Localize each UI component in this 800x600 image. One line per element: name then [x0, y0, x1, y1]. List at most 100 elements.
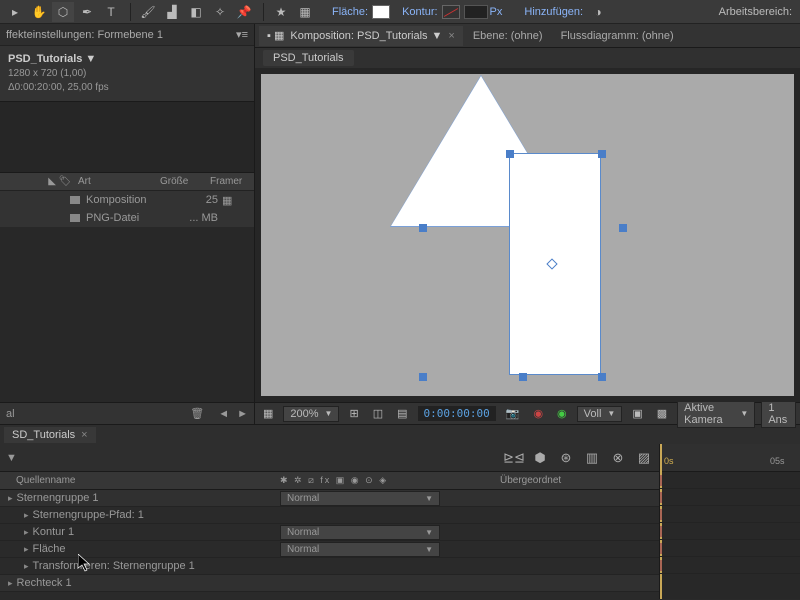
puppet-tool-icon[interactable]: 📌 — [233, 2, 255, 22]
selection-handle[interactable] — [419, 224, 427, 232]
scroll-left-icon[interactable]: ◄ — [218, 408, 229, 420]
panel-menu-icon[interactable]: ▾≡ — [236, 28, 248, 41]
transparency-icon[interactable]: ▩ — [653, 407, 671, 420]
selection-handle[interactable] — [506, 150, 514, 158]
layer-row[interactable]: ▸Sternengruppe 1Normal▼ — [0, 490, 659, 507]
breadcrumb-pill[interactable]: PSD_Tutorials — [263, 50, 354, 66]
twirl-icon[interactable]: ▸ — [24, 527, 29, 538]
selection-handle[interactable] — [519, 373, 527, 381]
twirl-icon[interactable]: ▸ — [24, 561, 29, 572]
project-row-png[interactable]: PNG-Datei ... MB — [0, 209, 254, 227]
tab-layer[interactable]: Ebene: (ohne) — [465, 26, 551, 46]
layer-name: Kontur 1 — [33, 526, 75, 538]
layer-name: Fläche — [33, 543, 66, 555]
timeline-bar-row[interactable] — [660, 489, 800, 506]
motion-blur-icon[interactable]: ▥ — [583, 450, 601, 466]
tools-toolbar: ▸ ✋ ⬡ ✒ T 🖌 ▟ ◧ ✧ 📌 ★ ▦ Fläche: Kontur: … — [0, 0, 800, 24]
region-icon[interactable]: ▣ — [628, 407, 646, 420]
tab-flowchart[interactable]: Flussdiagramm: (ohne) — [553, 26, 682, 46]
layer-row[interactable]: ▸ Rechteck 1 — [0, 575, 659, 592]
fill-swatch[interactable] — [372, 5, 390, 19]
render-icon[interactable]: ⊛ — [557, 450, 575, 466]
zoom-dropdown[interactable]: 200%▼ — [283, 406, 339, 422]
camera-dropdown[interactable]: Aktive Kamera▼ — [677, 400, 755, 428]
selection-handle[interactable] — [619, 224, 627, 232]
timeline-tab[interactable]: SD_Tutorials × — [4, 427, 96, 443]
layer-bar[interactable] — [660, 526, 662, 537]
type-tool-icon[interactable]: T — [100, 2, 122, 22]
selection-handle[interactable] — [598, 373, 606, 381]
grid-toggle-icon[interactable]: ▦ — [259, 407, 277, 420]
star-icon[interactable]: ★ — [270, 2, 292, 22]
shape-tool-icon[interactable]: ⬡ — [52, 2, 74, 22]
3d-icon[interactable]: ⬢ — [531, 450, 549, 466]
camera-value: Aktive Kamera — [684, 402, 734, 426]
blend-mode-value: Normal — [287, 544, 319, 555]
timeline-menu-icon[interactable]: ▼ — [6, 452, 17, 464]
blend-mode-dropdown[interactable]: Normal▼ — [280, 525, 440, 540]
frame-blend-icon[interactable]: ▨ — [635, 450, 653, 466]
layer-bar[interactable] — [660, 492, 662, 503]
brain-icon[interactable]: ⊗ — [609, 450, 627, 466]
close-icon[interactable]: × — [81, 429, 87, 441]
hand-tool-icon[interactable]: ✋ — [28, 2, 50, 22]
effects-panel-header[interactable]: ffekteinstellungen: Formebene 1 ▾≡ — [0, 24, 254, 46]
layer-bar[interactable] — [660, 560, 662, 571]
selection-handle[interactable] — [598, 150, 606, 158]
twirl-icon[interactable]: ▸ — [8, 578, 13, 589]
guides-icon[interactable]: ◫ — [369, 407, 387, 420]
blend-mode-dropdown[interactable]: Normal▼ — [280, 542, 440, 557]
grid-icon[interactable]: ▦ — [294, 2, 316, 22]
ruler-mark-05s: 05s — [770, 456, 785, 466]
channel-icon[interactable]: ◉ — [529, 407, 547, 420]
scroll-right-icon[interactable]: ► — [237, 408, 248, 420]
timeline-bar-row[interactable] — [660, 523, 800, 540]
stroke-width-input[interactable] — [464, 5, 488, 19]
tab-composition[interactable]: ▪ ▦ Komposition: PSD_Tutorials ▼ × — [259, 26, 463, 46]
twirl-icon[interactable]: ▸ — [24, 544, 29, 555]
snapshot-icon[interactable]: 📷 — [502, 407, 524, 420]
close-icon[interactable]: × — [448, 30, 454, 42]
pen-tool-icon[interactable]: ✒ — [76, 2, 98, 22]
col-groesse[interactable]: Größe — [156, 176, 206, 187]
layer-bar[interactable] — [660, 543, 662, 554]
blend-mode-dropdown[interactable]: Normal▼ — [280, 491, 440, 506]
col-art[interactable]: Art — [74, 176, 156, 187]
mask-icon[interactable]: ▤ — [393, 407, 411, 420]
timecode-display[interactable]: 0:00:00:00 — [418, 406, 496, 421]
stroke-swatch[interactable] — [442, 5, 460, 19]
twirl-icon[interactable]: ▸ — [24, 510, 29, 521]
twirl-icon[interactable]: ▸ — [8, 493, 13, 504]
res-icon[interactable]: ⊞ — [345, 407, 362, 420]
views-dropdown[interactable]: 1 Ans — [761, 400, 796, 428]
add-menu-icon[interactable]: ◑ — [587, 2, 609, 22]
layer-row[interactable]: ▸ Fläche Normal▼ — [0, 541, 659, 558]
graph-icon[interactable]: ⊵⊴ — [505, 450, 523, 466]
col-frames[interactable]: Framer — [206, 176, 246, 187]
roto-tool-icon[interactable]: ✧ — [209, 2, 231, 22]
layer-row[interactable]: ▸Transformieren: Sternengruppe 1 — [0, 558, 659, 575]
workspace-label: Arbeitsbereich: — [719, 6, 792, 18]
eraser-tool-icon[interactable]: ◧ — [185, 2, 207, 22]
col-parent[interactable]: Übergeordnet — [500, 475, 659, 486]
trash-icon[interactable]: 🗑 — [190, 407, 204, 420]
timeline-bar-row[interactable] — [660, 506, 800, 523]
project-row-comp[interactable]: Komposition 25 ▦ — [0, 191, 254, 209]
timeline-bar-row[interactable] — [660, 472, 800, 489]
layer-name: Rechteck 1 — [17, 577, 72, 589]
composition-viewport[interactable] — [255, 68, 800, 402]
timeline-bar-row[interactable] — [660, 540, 800, 557]
col-quellenname[interactable]: Quellenname — [0, 475, 280, 486]
stamp-tool-icon[interactable]: ▟ — [161, 2, 183, 22]
layer-bar[interactable] — [660, 475, 662, 486]
layer-bar[interactable] — [660, 509, 662, 520]
brush-tool-icon[interactable]: 🖌 — [137, 2, 159, 22]
time-ruler[interactable]: 0s 05s — [660, 444, 800, 472]
layer-row[interactable]: ▸ Kontur 1 Normal▼ — [0, 524, 659, 541]
resolution-dropdown[interactable]: Voll▼ — [577, 406, 623, 422]
selection-handle[interactable] — [419, 373, 427, 381]
selection-tool-icon[interactable]: ▸ — [4, 2, 26, 22]
color-icon[interactable]: ◉ — [553, 407, 571, 420]
timeline-bar-row[interactable] — [660, 557, 800, 574]
layer-row[interactable]: ▸Sternengruppe-Pfad: 1 — [0, 507, 659, 524]
